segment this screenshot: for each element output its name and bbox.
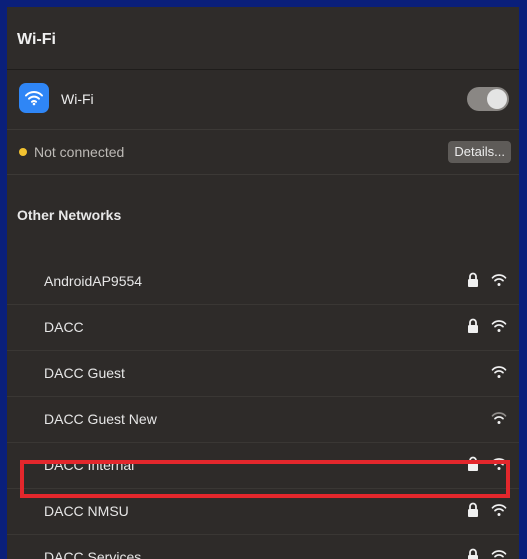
network-name: DACC Internal xyxy=(44,457,135,473)
wifi-signal-icon xyxy=(491,274,507,286)
panel-header: Wi-Fi xyxy=(7,7,519,70)
wifi-toggle-label: Wi-Fi xyxy=(61,91,94,107)
wifi-signal-icon xyxy=(491,412,507,424)
connection-status-row: Not connected Details... xyxy=(7,130,519,175)
network-row-dacc-services[interactable]: DACC Services xyxy=(7,535,519,559)
network-name: DACC NMSU xyxy=(44,503,129,519)
details-button[interactable]: Details... xyxy=(448,141,511,163)
wifi-signal-icon xyxy=(491,458,507,470)
other-networks-header: Other Networks xyxy=(7,175,519,259)
lock-icon xyxy=(468,318,478,333)
network-name: DACC Guest New xyxy=(44,411,157,427)
lock-icon xyxy=(468,456,478,471)
wifi-toggle-row: Wi-Fi xyxy=(7,69,519,130)
network-name: DACC Guest xyxy=(44,365,125,381)
network-row-androidap9554[interactable]: AndroidAP9554 xyxy=(7,259,519,305)
network-row-dacc-internal[interactable]: DACC Internal xyxy=(7,443,519,489)
lock-icon xyxy=(468,272,478,287)
toggle-knob xyxy=(487,89,507,109)
wifi-signal-icon xyxy=(491,366,507,378)
wifi-settings-panel: Wi-Fi Wi-Fi Not connected Details... Oth… xyxy=(7,7,519,559)
network-row-dacc-guest[interactable]: DACC Guest xyxy=(7,351,519,397)
wifi-signal-icon xyxy=(491,550,507,558)
connection-status-text: Not connected xyxy=(34,144,125,160)
wifi-signal-icon xyxy=(491,504,507,516)
wifi-toggle-switch[interactable] xyxy=(467,87,509,111)
status-indicator-dot xyxy=(19,148,27,156)
lock-icon xyxy=(468,502,478,517)
network-name: AndroidAP9554 xyxy=(44,273,143,289)
network-name: DACC xyxy=(44,319,84,335)
wifi-app-icon xyxy=(19,83,49,113)
page-title: Wi-Fi xyxy=(17,31,56,48)
network-row-dacc[interactable]: DACC xyxy=(7,305,519,351)
network-row-dacc-guest-new[interactable]: DACC Guest New xyxy=(7,397,519,443)
other-networks-label: Other Networks xyxy=(17,207,122,223)
wifi-signal-icon xyxy=(491,320,507,332)
network-row-dacc-nmsu[interactable]: DACC NMSU xyxy=(7,489,519,535)
network-name: DACC Services xyxy=(44,549,142,559)
lock-icon xyxy=(468,548,478,559)
